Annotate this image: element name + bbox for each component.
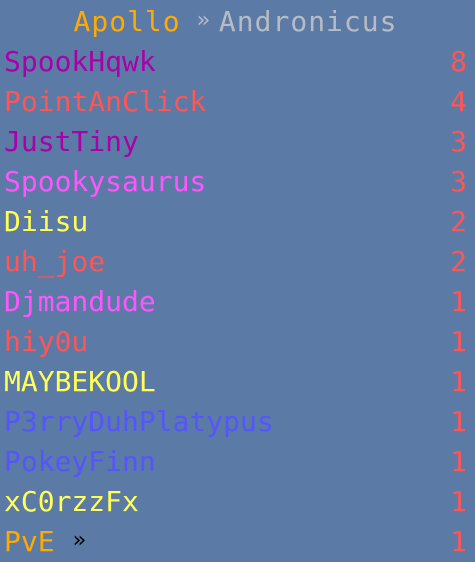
- scoreboard: Apollo » Andronicus SpookHqwk 8 PointAnC…: [0, 0, 475, 562]
- player-row: PointAnClick 4: [4, 81, 467, 121]
- player-name: P3rryDuhPlatypus: [4, 404, 274, 438]
- player-name-wrap: PvE »: [4, 525, 95, 558]
- player-score: 8: [450, 44, 467, 78]
- player-name: PvE: [4, 524, 55, 558]
- player-score: 1: [450, 284, 467, 318]
- player-name: PointAnClick: [4, 84, 207, 118]
- map-name: Andronicus: [218, 4, 398, 38]
- player-row: JustTiny 3: [4, 121, 467, 161]
- player-row: Djmandude 1: [4, 281, 467, 321]
- player-score: 2: [450, 244, 467, 278]
- player-row: hiy0u 1: [4, 321, 467, 361]
- player-name: Spookysaurus: [4, 164, 207, 198]
- player-name: PokeyFinn: [4, 444, 156, 478]
- player-name: Diisu: [4, 204, 89, 238]
- player-score: 3: [450, 164, 467, 198]
- player-score: 1: [450, 444, 467, 478]
- player-row: SpookHqwk 8: [4, 41, 467, 81]
- player-name: MAYBEKOOL: [4, 364, 156, 398]
- player-name: uh_joe: [4, 244, 106, 278]
- player-row: PokeyFinn 1: [4, 441, 467, 481]
- player-score: 1: [450, 484, 467, 518]
- team-name: Apollo: [73, 4, 181, 38]
- player-score: 1: [450, 364, 467, 398]
- player-name: Djmandude: [4, 284, 156, 318]
- player-name: xC0rzzFx: [4, 484, 139, 518]
- player-row: PvE » 1: [4, 521, 467, 561]
- player-name: JustTiny: [4, 124, 139, 158]
- player-score: 1: [450, 324, 467, 358]
- player-score: 4: [450, 84, 467, 118]
- pve-separator-icon: »: [72, 527, 86, 553]
- player-name: SpookHqwk: [4, 44, 156, 78]
- player-row: Diisu 2: [4, 201, 467, 241]
- player-row: MAYBEKOOL 1: [4, 361, 467, 401]
- player-row: uh_joe 2: [4, 241, 467, 281]
- player-score: 1: [450, 404, 467, 438]
- player-row: Spookysaurus 3: [4, 161, 467, 201]
- player-score: 2: [450, 204, 467, 238]
- player-list: SpookHqwk 8 PointAnClick 4 JustTiny 3 Sp…: [4, 41, 467, 561]
- player-row: xC0rzzFx 1: [4, 481, 467, 521]
- player-row: P3rryDuhPlatypus 1: [4, 401, 467, 441]
- player-name: hiy0u: [4, 324, 89, 358]
- player-score: 1: [450, 524, 467, 558]
- player-score: 3: [450, 124, 467, 158]
- scoreboard-header: Apollo » Andronicus: [4, 2, 467, 40]
- header-separator-icon: »: [196, 7, 210, 33]
